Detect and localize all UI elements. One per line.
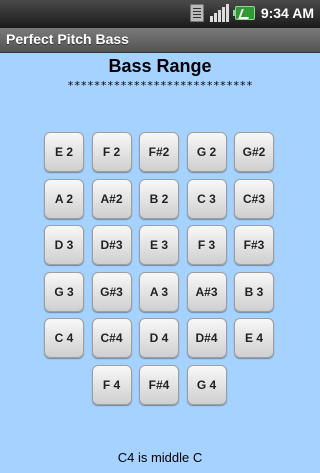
note-button[interactable]: D#3 bbox=[91, 225, 132, 265]
note-button[interactable]: B 2 bbox=[139, 178, 179, 219]
note-button[interactable]: F#2 bbox=[139, 132, 179, 172]
clock-time: 9:34 bbox=[260, 5, 289, 21]
note-button[interactable]: G 2 bbox=[186, 132, 227, 172]
clock-ampm: AM bbox=[292, 5, 314, 21]
note-button[interactable]: E 4 bbox=[234, 318, 274, 358]
note-button[interactable]: D#4 bbox=[186, 318, 227, 358]
note-button[interactable]: G#2 bbox=[234, 132, 274, 172]
middle-c-note: C4 is middle C bbox=[117, 450, 203, 465]
note-button[interactable]: F 2 bbox=[91, 132, 132, 172]
sim-card-icon bbox=[189, 4, 204, 22]
note-button[interactable]: A 2 bbox=[44, 178, 84, 219]
note-button[interactable]: A#3 bbox=[186, 271, 227, 312]
note-button[interactable]: F#3 bbox=[234, 225, 274, 265]
note-button[interactable]: C#4 bbox=[91, 318, 132, 358]
note-button[interactable]: C 3 bbox=[186, 178, 227, 219]
note-button[interactable]: D 4 bbox=[139, 318, 179, 358]
note-button[interactable]: F 4 bbox=[91, 364, 132, 405]
note-button[interactable]: D 3 bbox=[44, 225, 84, 265]
app-title-bar: Perfect Pitch Bass bbox=[0, 28, 320, 53]
note-button[interactable]: G#3 bbox=[91, 271, 132, 312]
note-button[interactable]: F#4 bbox=[139, 364, 179, 405]
note-button[interactable]: E 2 bbox=[44, 132, 84, 172]
signal-strength-icon bbox=[209, 4, 229, 22]
status-bar: 9:34 AM bbox=[0, 0, 320, 28]
note-button[interactable]: A 3 bbox=[139, 271, 179, 312]
battery-charging-icon bbox=[232, 6, 255, 20]
note-button[interactable]: F 3 bbox=[186, 225, 227, 265]
status-icons: 9:34 AM bbox=[189, 4, 314, 22]
note-button[interactable]: G 4 bbox=[186, 364, 227, 405]
note-button[interactable]: C 4 bbox=[44, 318, 84, 358]
app-title: Perfect Pitch Bass bbox=[6, 31, 129, 47]
note-button[interactable]: E 3 bbox=[139, 225, 179, 265]
section-heading: Bass Range bbox=[108, 56, 212, 76]
stars-divider: **************************** bbox=[67, 79, 253, 92]
main-content: Bass Range **************************** … bbox=[0, 53, 320, 473]
note-button[interactable]: G 3 bbox=[44, 271, 84, 312]
note-button[interactable]: A#2 bbox=[91, 178, 132, 219]
note-button[interactable]: B 3 bbox=[234, 271, 274, 312]
clock: 9:34 AM bbox=[261, 5, 314, 21]
note-button[interactable]: C#3 bbox=[234, 178, 274, 219]
